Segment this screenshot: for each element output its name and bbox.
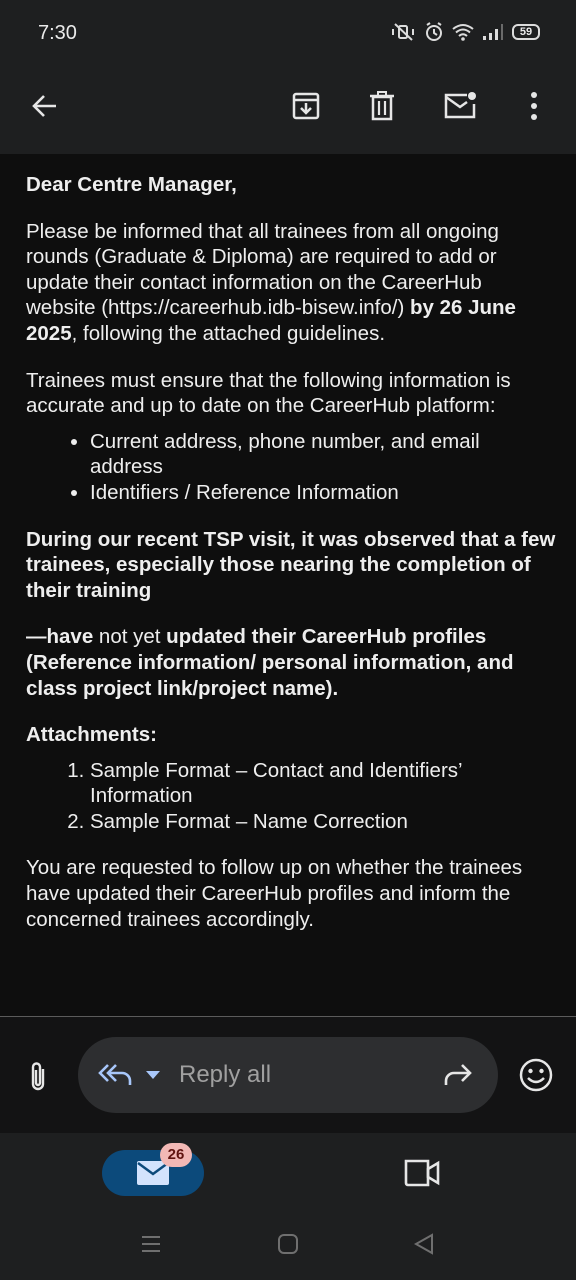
alarm-icon (426, 22, 442, 41)
back-nav-icon[interactable] (413, 1233, 435, 1255)
reply-all-icon (98, 1064, 132, 1085)
mark-unread-icon (444, 92, 476, 119)
list-item: Current address, phone number, and email… (90, 429, 556, 480)
unread-count-badge: 26 (160, 1143, 192, 1167)
attach-icon (31, 1062, 45, 1091)
email-greeting: Dear Centre Manager, (26, 173, 237, 196)
reply-bar: Reply all (0, 1017, 576, 1133)
email-paragraph-5: You are requested to follow up on whethe… (26, 856, 523, 931)
mark-unread-button[interactable] (436, 82, 484, 130)
mute-vibrate-icon (392, 23, 414, 41)
para4-bold-start: —have (26, 625, 94, 649)
attach-button[interactable] (18, 1057, 58, 1097)
email-paragraph-4: —have not yet updated their CareerHub pr… (26, 624, 556, 701)
reply-all-button[interactable]: Reply all (78, 1037, 498, 1113)
signal-icon (483, 24, 503, 40)
meet-video-icon[interactable] (402, 1155, 442, 1191)
back-arrow-icon (32, 95, 56, 117)
email-paragraph-3: During our recent TSP visit, it was obse… (26, 527, 556, 602)
status-bar: 7:30 59 (0, 0, 576, 62)
archive-icon (292, 92, 320, 120)
email-toolbar (0, 62, 576, 154)
status-time: 7:30 (38, 22, 77, 44)
system-navigation (0, 1213, 576, 1280)
attachments-list: Sample Format – Contact and Identifiers’… (90, 758, 556, 835)
recents-icon[interactable] (140, 1233, 162, 1255)
list-item: Identifiers / Reference Information (90, 480, 556, 506)
emoji-icon[interactable] (518, 1057, 554, 1093)
reply-options-dropdown[interactable] (146, 1071, 160, 1079)
para1-end: , following the attached guidelines. (71, 321, 386, 345)
delete-button[interactable] (358, 82, 406, 130)
reply-all-label: Reply all (179, 1061, 272, 1088)
back-button[interactable] (20, 82, 68, 130)
delete-icon (370, 91, 394, 121)
more-vert-icon (531, 92, 537, 120)
attachments-heading: Attachments: (26, 723, 157, 747)
email-body: Dear Centre Manager, Please be informed … (26, 172, 556, 953)
list-item: Sample Format – Name Correction (90, 809, 556, 835)
email-paragraph-1: Please be informed that all trainees fro… (26, 219, 556, 347)
email-paragraph-2: Trainees must ensure that the following … (26, 368, 511, 418)
wifi-icon (452, 24, 474, 41)
bottom-navigation: 26 (0, 1133, 576, 1213)
para4-normal: not yet (93, 625, 167, 649)
archive-button[interactable] (282, 82, 330, 130)
forward-icon[interactable] (442, 1061, 474, 1089)
status-icons: 59 (390, 22, 540, 42)
battery-icon: 59 (512, 24, 540, 40)
more-options-button[interactable] (510, 82, 558, 130)
list-item: Sample Format – Contact and Identifiers’… (90, 758, 556, 809)
home-icon[interactable] (277, 1233, 299, 1255)
info-bullet-list: Current address, phone number, and email… (90, 429, 556, 506)
